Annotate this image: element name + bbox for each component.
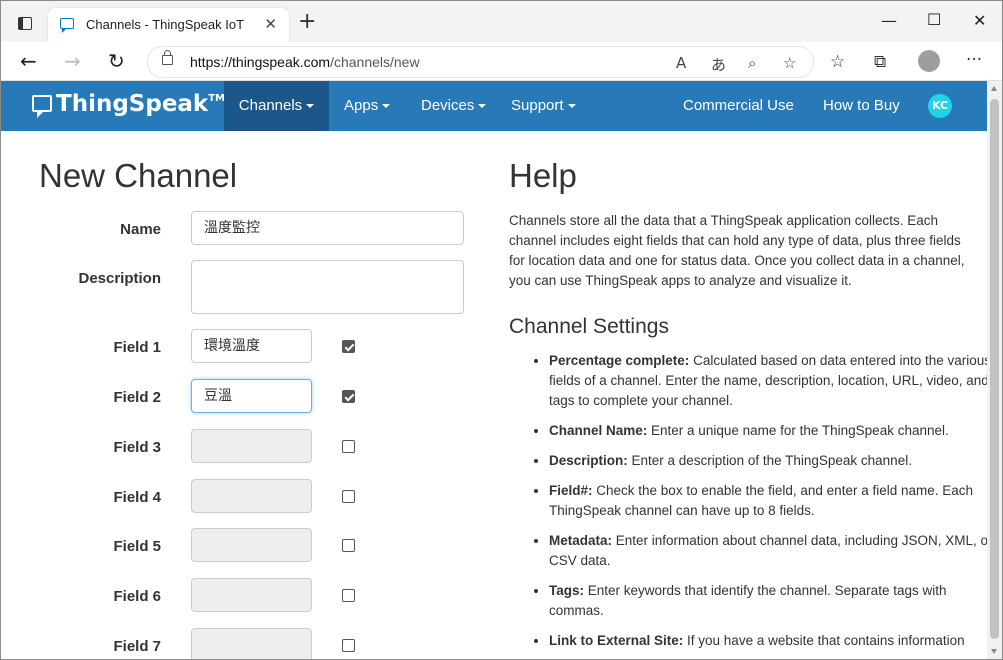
address-bar-row: ← → ↻ https://thingspeak.com/channels/ne…	[1, 42, 1002, 81]
reload-icon[interactable]: ↻	[108, 49, 125, 73]
field5-input[interactable]	[191, 528, 312, 562]
thingspeak-logo-icon	[32, 95, 52, 118]
field5-checkbox[interactable]	[342, 539, 355, 552]
description-label: Description	[78, 270, 161, 287]
caret-down-icon	[567, 104, 576, 108]
field5-label: Field 5	[113, 538, 161, 555]
nav-commercial-use[interactable]: Commercial Use	[683, 81, 794, 131]
minimize-icon[interactable]: —	[881, 11, 897, 30]
name-label: Name	[120, 221, 161, 238]
list-item: Metadata: Enter information about channe…	[549, 531, 987, 571]
read-aloud-icon[interactable]: A	[676, 54, 686, 72]
field2-label: Field 2	[113, 389, 161, 406]
field7-input[interactable]	[191, 628, 312, 659]
site-navbar: ThingSpeakTM Channels Apps Devices Suppo…	[1, 81, 987, 131]
url-text[interactable]: https://thingspeak.com/channels/new	[190, 54, 420, 70]
field3-label: Field 3	[113, 439, 161, 456]
field2-input[interactable]: 豆溫	[191, 379, 312, 413]
nav-support[interactable]: Support	[511, 81, 576, 131]
tab-strip: Channels - ThingSpeak IoT ✕ + — ☐ ✕	[1, 1, 1002, 42]
field1-label: Field 1	[113, 339, 161, 356]
chat-bubble-icon	[60, 18, 74, 33]
zoom-icon[interactable]: ⌕	[748, 54, 756, 72]
favorites-icon[interactable]: ☆	[830, 52, 845, 72]
nav-apps[interactable]: Apps	[344, 81, 391, 131]
list-item: Percentage complete: Calculated based on…	[549, 351, 987, 411]
page-scrollbar[interactable]	[987, 81, 1002, 659]
field7-label: Field 7	[113, 638, 161, 655]
profile-avatar[interactable]	[918, 50, 940, 72]
settings-list: Percentage complete: Calculated based on…	[509, 351, 987, 659]
list-item: Description: Enter a description of the …	[549, 451, 987, 471]
page-content: New Channel Name 溫度監控 Description Field …	[1, 131, 987, 659]
translate-icon[interactable]: あ	[711, 54, 726, 75]
forward-icon[interactable]: →	[64, 49, 81, 73]
field3-input[interactable]	[191, 429, 312, 463]
nav-how-to-buy[interactable]: How to Buy	[823, 81, 900, 131]
browser-tab[interactable]: Channels - ThingSpeak IoT ✕	[48, 8, 289, 42]
back-icon[interactable]: ←	[20, 49, 37, 73]
nav-channels[interactable]: Channels	[224, 81, 329, 131]
page-title: New Channel	[39, 157, 238, 194]
caret-down-icon	[306, 104, 315, 108]
collections-icon[interactable]: ⧉	[874, 52, 886, 72]
field4-checkbox[interactable]	[342, 490, 355, 503]
channel-settings-title: Channel Settings	[509, 315, 669, 338]
field1-input[interactable]: 環境溫度	[191, 329, 312, 363]
new-tab-button[interactable]: +	[298, 11, 316, 33]
window-close-icon[interactable]: ✕	[973, 11, 986, 30]
favorite-add-icon[interactable]: ☆	[783, 54, 796, 72]
field7-checkbox[interactable]	[342, 639, 355, 652]
description-textarea[interactable]	[191, 260, 464, 314]
sidebar-toggle-icon[interactable]	[18, 17, 32, 30]
field3-checkbox[interactable]	[342, 440, 355, 453]
field4-input[interactable]	[191, 479, 312, 513]
field4-label: Field 4	[113, 489, 161, 506]
brand-logo[interactable]: ThingSpeakTM	[32, 91, 225, 118]
field1-checkbox[interactable]	[342, 340, 355, 353]
list-item: Tags: Enter keywords that identify the c…	[549, 581, 987, 621]
list-item: Link to External Site: If you have a web…	[549, 631, 987, 651]
scroll-thumb[interactable]	[990, 99, 999, 639]
lock-icon[interactable]	[162, 50, 173, 65]
tab-title: Channels - ThingSpeak IoT	[86, 17, 245, 32]
caret-down-icon	[382, 104, 391, 108]
maximize-icon[interactable]: ☐	[927, 10, 941, 29]
scroll-up-icon[interactable]	[991, 86, 997, 91]
field6-checkbox[interactable]	[342, 589, 355, 602]
user-avatar[interactable]: KC	[928, 94, 952, 118]
list-item: Field#: Check the box to enable the fiel…	[549, 481, 987, 521]
tab-close-icon[interactable]: ✕	[264, 15, 277, 33]
field6-input[interactable]	[191, 578, 312, 612]
list-item: Channel Name: Enter a unique name for th…	[549, 421, 987, 441]
scroll-down-icon[interactable]	[991, 649, 997, 654]
browser-window: Channels - ThingSpeak IoT ✕ + — ☐ ✕ ← → …	[0, 0, 1003, 660]
url-bar[interactable]: https://thingspeak.com/channels/new A あ …	[147, 46, 814, 78]
nav-devices[interactable]: Devices	[421, 81, 487, 131]
more-icon[interactable]: ···	[966, 50, 982, 70]
help-title: Help	[509, 157, 577, 194]
help-intro: Channels store all the data that a Thing…	[509, 213, 965, 288]
caret-down-icon	[478, 104, 487, 108]
field6-label: Field 6	[113, 588, 161, 605]
field2-checkbox[interactable]	[342, 390, 355, 403]
name-input[interactable]: 溫度監控	[191, 211, 464, 245]
